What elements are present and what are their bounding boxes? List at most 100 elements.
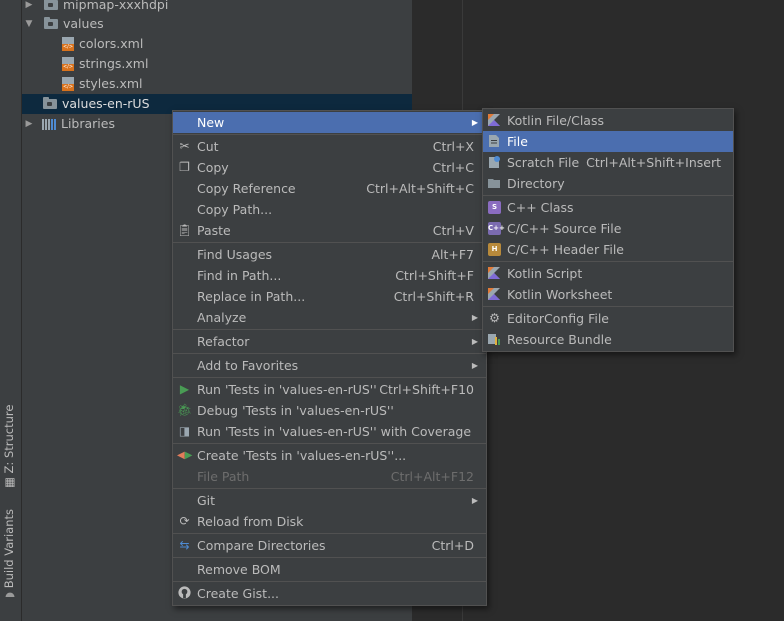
- menu-item-git[interactable]: Git ▶: [173, 490, 486, 511]
- collapsed-arrow-icon[interactable]: ▶: [24, 0, 34, 15]
- tree-item-styles-xml[interactable]: styles.xml: [62, 74, 143, 94]
- menu-item-label: Create Gist...: [197, 586, 280, 601]
- submenu-arrow-icon: ▶: [471, 337, 478, 346]
- menu-item-label: Reload from Disk: [197, 514, 304, 529]
- menu-item-cpp-header-file[interactable]: H C/C++ Header File: [483, 239, 733, 260]
- submenu-arrow-icon: ▶: [471, 496, 478, 505]
- menu-item-create-gist[interactable]: Create Gist...: [173, 583, 486, 604]
- shortcut-label: Ctrl+V: [432, 223, 474, 238]
- tree-item-label: values: [63, 16, 104, 31]
- menu-item-kotlin-script[interactable]: Kotlin Script: [483, 263, 733, 284]
- menu-item-label: Find in Path...: [197, 268, 282, 283]
- menu-item-scratch-file[interactable]: Scratch File Ctrl+Alt+Shift+Insert: [483, 152, 733, 173]
- menu-item-label: Create 'Tests in 'values-en-rUS''...: [197, 448, 407, 463]
- menu-item-remove-bom[interactable]: Remove BOM: [173, 559, 486, 580]
- menu-item-kotlin-worksheet[interactable]: Kotlin Worksheet: [483, 284, 733, 305]
- menu-item-cpp-class[interactable]: S C++ Class: [483, 197, 733, 218]
- menu-item-file[interactable]: File: [483, 131, 733, 152]
- menu-item-label: Paste: [197, 223, 231, 238]
- menu-item-new[interactable]: New ▶: [173, 112, 486, 133]
- menu-item-label: Cut: [197, 139, 219, 154]
- menu-item-compare-directories[interactable]: ⇆ Compare Directories Ctrl+D: [173, 535, 486, 556]
- separator: [173, 488, 486, 489]
- separator: [173, 443, 486, 444]
- menu-item-label: C/C++ Header File: [507, 242, 624, 257]
- menu-item-find-in-path[interactable]: Find in Path... Ctrl+Shift+F: [173, 265, 486, 286]
- tree-item-label: values-en-rUS: [62, 96, 150, 111]
- run-icon: ▶: [179, 382, 190, 396]
- gear-icon: ⚙: [489, 311, 500, 325]
- compare-icon: ⇆: [179, 538, 190, 552]
- xml-file-icon: [62, 57, 74, 71]
- menu-item-label: Kotlin Script: [507, 266, 583, 281]
- separator: [483, 195, 733, 196]
- menu-item-directory[interactable]: Directory: [483, 173, 733, 194]
- shortcut-label: Ctrl+X: [432, 139, 474, 154]
- kotlin-icon: [488, 114, 500, 126]
- menu-item-file-path[interactable]: File Path Ctrl+Alt+F12: [173, 466, 486, 487]
- menu-item-label: EditorConfig File: [507, 311, 609, 326]
- tree-item-values[interactable]: ▼ values: [22, 14, 104, 34]
- tree-item-colors-xml[interactable]: colors.xml: [62, 34, 143, 54]
- coverage-icon: ◨: [178, 424, 191, 438]
- tree-item-label: mipmap-xxxhdpi: [63, 0, 169, 12]
- menu-item-label: Run 'Tests in 'values-en-rUS'' with Cove…: [197, 424, 472, 439]
- menu-item-find-usages[interactable]: Find Usages Alt+F7: [173, 244, 486, 265]
- copy-icon: ❐: [179, 160, 190, 174]
- menu-item-run-tests[interactable]: ▶ Run 'Tests in 'values-en-rUS'' Ctrl+Sh…: [173, 379, 486, 400]
- menu-item-editorconfig-file[interactable]: ⚙ EditorConfig File: [483, 308, 733, 329]
- menu-item-label: Refactor: [197, 334, 250, 349]
- menu-item-copy[interactable]: ❐ Copy Ctrl+C: [173, 157, 486, 178]
- structure-icon: ▦: [2, 473, 16, 488]
- kotlin-worksheet-icon: [488, 288, 500, 300]
- tree-item-label: styles.xml: [79, 76, 143, 91]
- tree-item-label: Libraries: [61, 116, 115, 131]
- menu-item-add-to-favorites[interactable]: Add to Favorites ▶: [173, 355, 486, 376]
- menu-item-copy-path[interactable]: Copy Path...: [173, 199, 486, 220]
- menu-item-label: Copy: [197, 160, 229, 175]
- shortcut-label: Ctrl+Alt+Shift+Insert: [586, 155, 721, 170]
- xml-file-icon: [62, 77, 74, 91]
- resource-bundle-icon: [488, 334, 500, 345]
- menu-item-cut[interactable]: ✂ Cut Ctrl+X: [173, 136, 486, 157]
- menu-item-label: Copy Path...: [197, 202, 273, 217]
- tree-item-libraries[interactable]: ▶ Libraries: [22, 114, 115, 134]
- menu-item-resource-bundle[interactable]: Resource Bundle: [483, 329, 733, 350]
- menu-item-debug-tests[interactable]: 🐞︎ Debug 'Tests in 'values-en-rUS'': [173, 400, 486, 421]
- expanded-arrow-icon[interactable]: ▼: [24, 14, 34, 34]
- cpp-header-icon: H: [488, 243, 501, 256]
- separator: [483, 261, 733, 262]
- menu-item-kotlin-file-class[interactable]: Kotlin File/Class: [483, 110, 733, 131]
- folder-icon: [44, 0, 58, 10]
- separator: [173, 533, 486, 534]
- structure-tab[interactable]: ▦ Z: Structure: [2, 405, 16, 488]
- github-icon: [177, 586, 192, 601]
- menu-item-refactor[interactable]: Refactor ▶: [173, 331, 486, 352]
- create-tests-icon: ◀▶: [177, 450, 193, 461]
- menu-item-run-with-coverage[interactable]: ◨ Run 'Tests in 'values-en-rUS'' with Co…: [173, 421, 486, 442]
- tree-item-mipmap-xxxhdpi[interactable]: ▶ mipmap-xxxhdpi: [22, 0, 168, 15]
- separator: [173, 377, 486, 378]
- menu-item-label: Analyze: [197, 310, 247, 325]
- menu-item-paste[interactable]: 📋︎ Paste Ctrl+V: [173, 220, 486, 241]
- menu-item-create-tests[interactable]: ◀▶ Create 'Tests in 'values-en-rUS''...: [173, 445, 486, 466]
- tree-item-strings-xml[interactable]: strings.xml: [62, 54, 148, 74]
- kotlin-script-icon: [488, 267, 500, 279]
- menu-item-label: Copy Reference: [197, 181, 296, 196]
- menu-item-label: Git: [197, 493, 216, 508]
- menu-item-replace-in-path[interactable]: Replace in Path... Ctrl+Shift+R: [173, 286, 486, 307]
- scissors-icon: ✂: [179, 139, 190, 153]
- build-variants-tab[interactable]: ◗ Build Variants: [2, 509, 16, 598]
- menu-item-analyze[interactable]: Analyze ▶: [173, 307, 486, 328]
- scratch-file-icon: [489, 156, 500, 168]
- collapsed-arrow-icon[interactable]: ▶: [24, 114, 34, 134]
- menu-item-cpp-source-file[interactable]: C++ C/C++ Source File: [483, 218, 733, 239]
- menu-item-copy-reference[interactable]: Copy Reference Ctrl+Alt+Shift+C: [173, 178, 486, 199]
- shortcut-label: Ctrl+Alt+Shift+C: [366, 181, 474, 196]
- submenu-arrow-icon: ▶: [471, 361, 478, 370]
- menu-item-label: Directory: [507, 176, 565, 191]
- separator: [173, 581, 486, 582]
- shortcut-label: Ctrl+Shift+F: [395, 268, 474, 283]
- menu-item-reload-from-disk[interactable]: ⟳ Reload from Disk: [173, 511, 486, 532]
- shortcut-label: Alt+F7: [431, 247, 474, 262]
